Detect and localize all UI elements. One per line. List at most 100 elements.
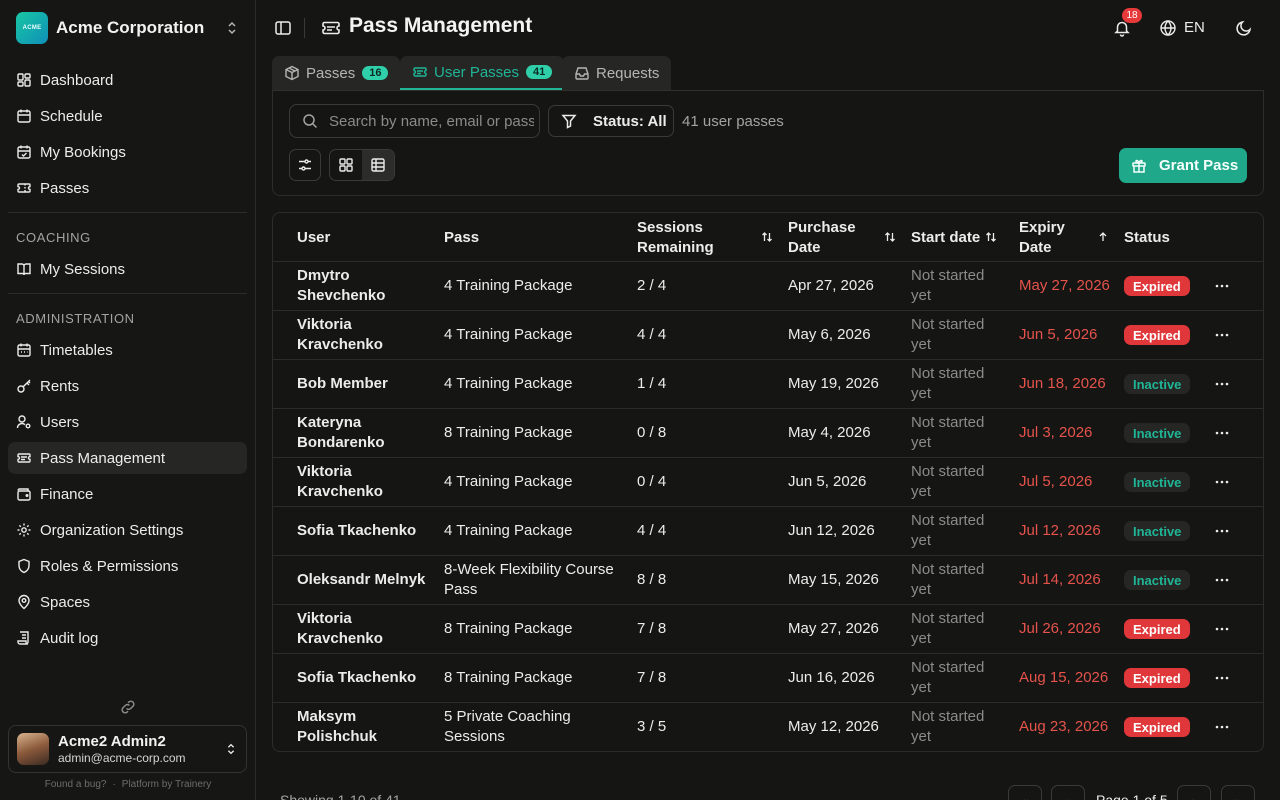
table-row[interactable]: Kateryna Bondarenko 8 Training Package 0 /… — [273, 409, 1263, 458]
cell-start-date: Not started yet — [911, 267, 985, 304]
sidebar-item-rents[interactable]: Rents — [8, 370, 247, 402]
user-email: admin@acme-corp.com — [58, 751, 186, 765]
first-page-button[interactable]: « — [1008, 785, 1042, 800]
tab-count-badge: 16 — [362, 66, 389, 80]
sidebar-item-finance[interactable]: Finance — [8, 478, 247, 510]
cell-sessions-remaining: 1 / 4 — [637, 375, 667, 392]
cell-pass: 4 Training Package — [444, 277, 573, 294]
cell-start-date: Not started yet — [911, 659, 985, 696]
more-actions-icon[interactable] — [1214, 327, 1230, 343]
sidebar-item-label: Users — [40, 413, 80, 431]
previous-page-button[interactable]: ‹ — [1051, 785, 1085, 800]
next-page-button[interactable]: › — [1177, 785, 1211, 800]
globe-icon[interactable] — [1159, 19, 1177, 37]
grid-view-button[interactable] — [330, 150, 362, 180]
tab-user-passes[interactable]: User Passes 41 — [400, 56, 565, 90]
org-switcher[interactable]: ACME Acme Corporation — [16, 12, 240, 44]
package-icon — [284, 65, 300, 81]
more-actions-icon[interactable] — [1214, 670, 1230, 686]
sidebar-item-label: Organization Settings — [40, 521, 184, 539]
cell-sessions-remaining: 7 / 8 — [637, 669, 667, 686]
status-badge: Expired — [1124, 325, 1190, 345]
sort-ascending-icon[interactable] — [1097, 231, 1109, 243]
table-row[interactable]: Sofia Tkachenko 8 Training Package 7 / 8 Ju… — [273, 654, 1263, 703]
sidebar-item-spaces[interactable]: Spaces — [8, 586, 247, 618]
table-row[interactable]: Viktoria Kravchenko 4 Training Package 0 /… — [273, 458, 1263, 507]
tab-requests[interactable]: Requests — [562, 56, 672, 90]
platform-credit[interactable]: Platform by Trainery — [122, 779, 211, 790]
sidebar-item-label: Rents — [40, 377, 80, 395]
sidebar-item-passes[interactable]: Passes — [8, 172, 247, 204]
cell-expiry-date: Jul 26, 2026 — [1019, 620, 1101, 637]
sidebar-item-schedule[interactable]: Schedule — [8, 100, 247, 132]
sidebar-item-label: Roles & Permissions — [40, 557, 179, 575]
report-bug-link[interactable]: Found a bug? — [45, 779, 107, 790]
link-icon[interactable] — [119, 698, 137, 716]
cell-start-date: Not started yet — [911, 708, 985, 745]
table-row[interactable]: Viktoria Kravchenko 8 Training Package 7 /… — [273, 605, 1263, 654]
table-row[interactable]: Bob Member 4 Training Package 1 / 4 May 19,… — [273, 360, 1263, 409]
sort-icon[interactable] — [761, 231, 773, 243]
column-header-status: Status — [1124, 228, 1170, 246]
cell-user: Maksym Polishchuk — [297, 708, 378, 745]
ticket-icon — [16, 450, 32, 466]
more-actions-icon[interactable] — [1214, 572, 1230, 588]
more-actions-icon[interactable] — [1214, 376, 1230, 392]
more-actions-icon[interactable] — [1214, 719, 1230, 735]
more-actions-icon[interactable] — [1214, 523, 1230, 539]
cell-expiry-date: Jul 14, 2026 — [1019, 571, 1101, 588]
table-row[interactable]: Maksym Polishchuk 5 Private Coaching Sess… — [273, 703, 1263, 751]
sidebar-toggle-icon[interactable] — [274, 19, 292, 37]
table-row[interactable]: Sofia Tkachenko 4 Training Package 4 / 4 Ju… — [273, 507, 1263, 556]
sidebar-item-label: Schedule — [40, 107, 103, 125]
column-settings-button[interactable] — [289, 149, 321, 181]
sidebar-item-timetables[interactable]: Timetables — [8, 334, 247, 366]
sort-icon[interactable] — [985, 231, 997, 243]
column-header-start-date[interactable]: Start date — [911, 213, 980, 262]
notification-count-badge: 18 — [1122, 8, 1142, 23]
sidebar-item-roles-permissions[interactable]: Roles & Permissions — [8, 550, 247, 582]
search-icon — [303, 114, 318, 129]
sidebar-item-label: Finance — [40, 485, 94, 503]
column-header-sessions[interactable]: Sessions Remaining — [637, 213, 757, 262]
cell-purchase-date: May 19, 2026 — [788, 375, 879, 392]
sidebar-item-users[interactable]: Users — [8, 406, 247, 438]
status-filter-button[interactable]: Status: All — [548, 105, 674, 137]
column-header-expiry-date[interactable]: Expiry Date — [1019, 213, 1099, 262]
map-pin-icon — [16, 594, 32, 610]
cell-user: Viktoria Kravchenko — [297, 610, 383, 647]
cell-start-date: Not started yet — [911, 512, 985, 549]
grant-pass-button[interactable]: Grant Pass — [1119, 148, 1247, 183]
search-input[interactable] — [329, 112, 534, 130]
user-menu[interactable]: Acme2 Admin2 admin@acme-corp.com — [8, 725, 247, 773]
cell-sessions-remaining: 8 / 8 — [637, 571, 667, 588]
sidebar-item-pass-management[interactable]: Pass Management — [8, 442, 247, 474]
sidebar-item-audit-log[interactable]: Audit log — [8, 622, 247, 654]
sidebar-item-my-sessions[interactable]: My Sessions — [8, 253, 247, 285]
sidebar-item-organization-settings[interactable]: Organization Settings — [8, 514, 247, 546]
last-page-button[interactable]: » — [1221, 785, 1255, 800]
cell-expiry-date: Jul 3, 2026 — [1019, 424, 1093, 441]
tab-passes[interactable]: Passes 16 — [272, 56, 401, 90]
search-field[interactable] — [289, 104, 540, 138]
more-actions-icon[interactable] — [1214, 621, 1230, 637]
moon-icon[interactable] — [1235, 19, 1253, 37]
gift-icon — [1132, 159, 1146, 173]
language-switcher[interactable]: EN — [1184, 19, 1205, 36]
table-row[interactable]: Viktoria Kravchenko 4 Training Package 4 /… — [273, 311, 1263, 360]
status-badge: Inactive — [1124, 570, 1191, 590]
cell-start-date: Not started yet — [911, 365, 985, 402]
table-row[interactable]: Oleksandr Melnyk 8-Week Flexibility Cours… — [273, 556, 1263, 605]
sidebar-item-dashboard[interactable]: Dashboard — [8, 64, 247, 96]
column-header-line: Sessions — [637, 218, 703, 236]
table-view-button[interactable] — [362, 150, 394, 180]
more-actions-icon[interactable] — [1214, 474, 1230, 490]
column-header-purchase-date[interactable]: Purchase Date — [788, 213, 888, 262]
sort-icon[interactable] — [884, 231, 896, 243]
cell-sessions-remaining: 0 / 8 — [637, 424, 667, 441]
table-row[interactable]: Dmytro Shevchenko 4 Training Package 2 / 4… — [273, 262, 1263, 311]
user-name: Acme2 Admin2 — [58, 733, 166, 750]
more-actions-icon[interactable] — [1214, 425, 1230, 441]
sidebar-item-my-bookings[interactable]: My Bookings — [8, 136, 247, 168]
more-actions-icon[interactable] — [1214, 278, 1230, 294]
